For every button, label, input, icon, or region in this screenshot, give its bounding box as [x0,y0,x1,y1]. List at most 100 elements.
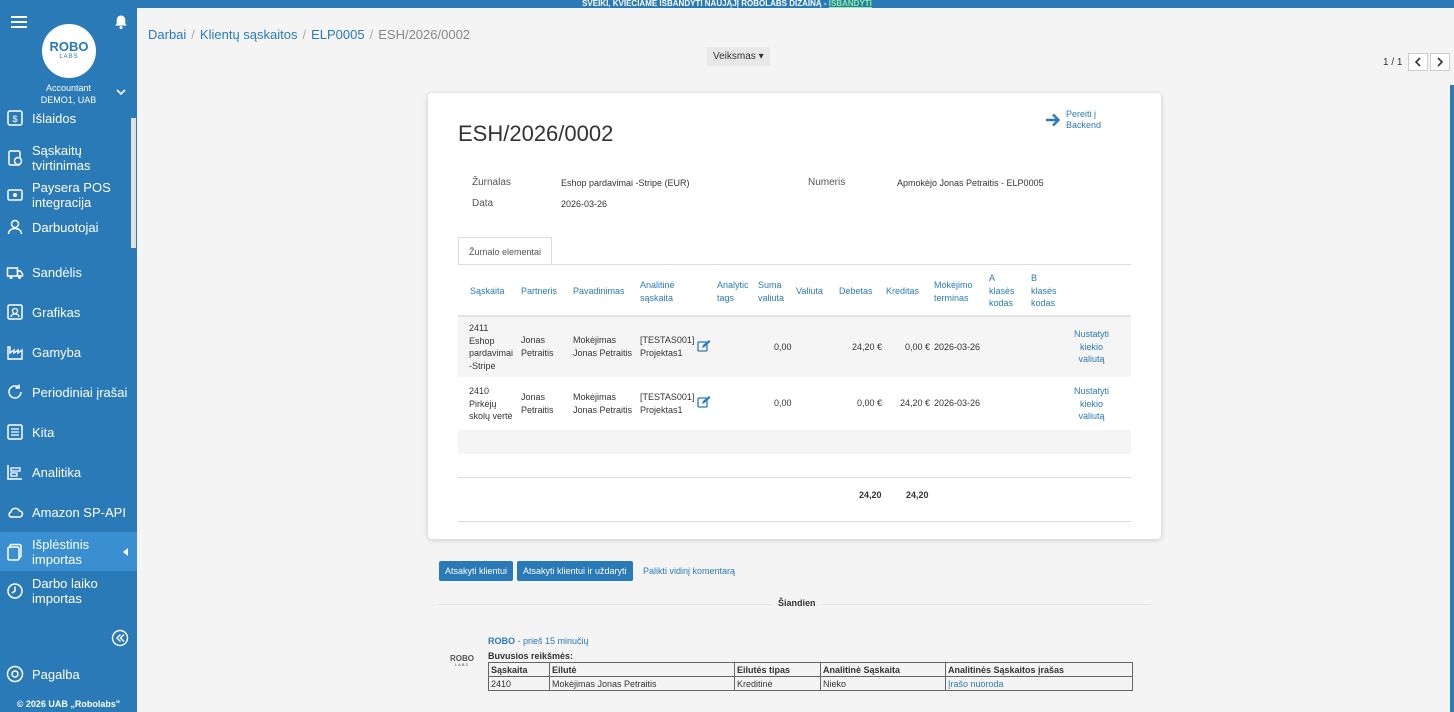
cell-debit: 0,00 € [857,398,883,408]
sidebar-item-label: Kita [32,424,55,440]
cell-amount-currency: 0,00 [774,398,792,408]
edit-icon[interactable] [697,395,711,409]
copyright: © 2026 UAB „Robolabs" [16,699,121,709]
table-row[interactable] [458,317,1131,377]
col-account[interactable]: Sąskaita [470,285,505,298]
top-banner: SVEIKI, KVIEČIAME IŠBANDYTI NAUJĄJĮ ROBO… [0,0,1454,8]
sidebar-item-saskaitu-tvirtinimas[interactable]: Sąskaitų tvirtinimas [0,139,137,176]
sidebar-item-label: Pagalba [32,666,80,682]
table-row[interactable] [458,377,1131,429]
sidebar-item-gamyba[interactable]: Gamyba [0,332,137,372]
employees-icon [7,219,23,235]
table-row: 2410 Mokėjimas Jonas Petraitis Kreditinė… [488,676,1133,691]
breadcrumb-elp0005[interactable]: ELP0005 [311,27,365,42]
set-currency-link[interactable]: Nustatyti kiekio valiutą [1074,385,1109,423]
reply-to-client-button[interactable]: Atsakyti klientui [439,561,514,581]
pager-counter: 1 / 1 [1383,56,1403,68]
sidebar-item-isplestinis-importas[interactable]: Išplėstinis importas [0,532,137,571]
pager-next-button[interactable] [1430,53,1451,71]
breadcrumb-klientu-saskaitos[interactable]: Klientų sąskaitos [200,27,298,42]
journal-value: Eshop pardavimai -Stripe (EUR) [561,178,690,188]
old-values-heading: Buvusios reikšmės: [488,651,574,661]
set-currency-link[interactable]: Nustatyti kiekio valiutą [1074,328,1109,366]
record-pager: 1 / 1 [1383,53,1451,71]
cell-analytic: [TESTAS001] Projektas1 [640,392,695,415]
analytics-icon [7,465,22,480]
sidebar-item-islaidos[interactable]: $ Išlaidos [0,110,137,132]
cloud-icon [8,507,24,518]
clock-icon [7,583,23,599]
cell-analytic: [TESTAS001] Projektas1 [640,335,695,358]
total-credit: 24,20 [906,490,929,500]
cell-account: 2411 Eshop pardavimai -Stripe [469,323,514,371]
cell-name: Mokėjimas Jonas Petraitis [573,335,633,358]
bell-icon[interactable] [113,14,129,30]
sidebar-item-label: Periodiniai įrašai [32,384,128,400]
col-currency[interactable]: Valiuta [796,285,823,298]
sidebar-item-amazon[interactable]: Amazon SP-API [0,492,137,532]
sidebar-item-label: Išplėstinis importas [32,536,90,567]
pager-prev-button[interactable] [1408,53,1429,71]
production-icon [7,346,23,360]
col-amount-currency[interactable]: Suma valiuta [758,279,784,304]
backend-link[interactable]: Pereiti į Backend [1044,109,1101,131]
cell-due-date: 2026-03-26 [934,342,981,352]
sidebar-item-darbo-laiko-importas[interactable]: Darbo laiko importas [0,571,137,611]
banner-try-link[interactable]: IŠBANDYTI [829,0,872,8]
help-icon [6,665,24,683]
collapse-sidebar-icon[interactable] [111,629,129,647]
cell-due-date: 2026-03-26 [934,398,981,408]
breadcrumb: Darbai / Klientų sąskaitos / ELP0005/ESH/202… [148,27,471,42]
tab-zurnalo-elementai[interactable]: Žurnalo elementai [458,237,553,265]
warehouse-icon [6,267,24,279]
record-link[interactable]: Įrašo nuoroda [945,676,1133,691]
col-name[interactable]: Pavadinimas [573,285,625,298]
tracking-table: Sąskaita Eilutė Eilutės tipas Analitinė … [488,662,1133,691]
cell-account: 2410 Pirkėjų skolų vertė [469,386,513,421]
sidebar-item-label: Analitika [32,464,82,480]
col-credit[interactable]: Kreditas [886,285,919,298]
sidebar-header: ROBO LABS Accountant DEMO1, UAB [0,8,137,118]
sidebar-item-darbuotojai[interactable]: Darbuotojai [0,213,137,241]
col-due-date[interactable]: Mokėjimo terminas [934,279,973,304]
cell-credit: 24,20 € [900,398,931,408]
internal-comment-link[interactable]: Palikti vidinį komentarą [643,566,735,576]
col-partner[interactable]: Partneris [521,285,557,298]
sidebar-item-analitika[interactable]: Analitika [0,452,137,492]
sidebar-item-label: Amazon SP-API [32,504,126,520]
sidebar-item-kita[interactable]: Kita [0,412,137,452]
expenses-icon: $ [7,110,23,126]
sidebar-item-grafikas[interactable]: Grafikas [0,292,137,332]
total-debit: 24,20 [859,490,882,500]
page-scrollbar[interactable] [1450,85,1454,712]
actions-dropdown[interactable]: Veiksmas ▾ [707,47,770,66]
edit-icon[interactable] [697,339,711,353]
svg-text:$: $ [12,114,17,124]
sidebar-item-periodiniai-irasai[interactable]: Periodiniai įrašai [0,372,137,412]
table-row-empty [458,430,1131,454]
date-label: Data [472,198,494,209]
breadcrumb-darbai[interactable]: Darbai [148,27,186,42]
chevron-down-icon[interactable] [115,86,127,98]
page-title: ESH/2026/0002 [458,121,614,146]
col-debit[interactable]: Debetas [839,285,873,298]
cell-credit: 0,00 € [905,342,931,352]
recurring-icon [8,384,22,399]
number-value: Apmokėjo Jonas Petraitis - ELP0005 [897,178,1044,188]
other-icon [7,424,23,440]
message-author[interactable]: ROBO - prieš 15 minučių [488,636,589,646]
hamburger-menu-icon[interactable] [11,16,27,28]
reply-and-close-button[interactable]: Atsakyti klientui ir uždaryti [517,561,633,581]
robolabs-logo: ROBO LABS [42,24,96,78]
breadcrumb-current: ESH/2026/0002 [378,27,471,42]
col-analytic-tags[interactable]: Analytic tags [717,279,749,304]
avatar: ROBO LABS [450,654,474,667]
sidebar-item-label: Grafikas [32,304,81,320]
sidebar-item-sandelis[interactable]: Sandėlis [0,252,137,292]
col-analytic-account[interactable]: Analitinė sąskaita [640,279,675,304]
sidebar-item-paysera-pos[interactable]: Paysera POS integracija [0,176,137,213]
sidebar-item-pagalba[interactable]: Pagalba [6,665,80,683]
col-b-class-code[interactable]: Bklasės kodas [1031,272,1057,310]
col-a-class-code[interactable]: Aklasės kodas [989,272,1015,310]
sidebar: ROBO LABS Accountant DEMO1, UAB $ Išlaid… [0,8,137,712]
